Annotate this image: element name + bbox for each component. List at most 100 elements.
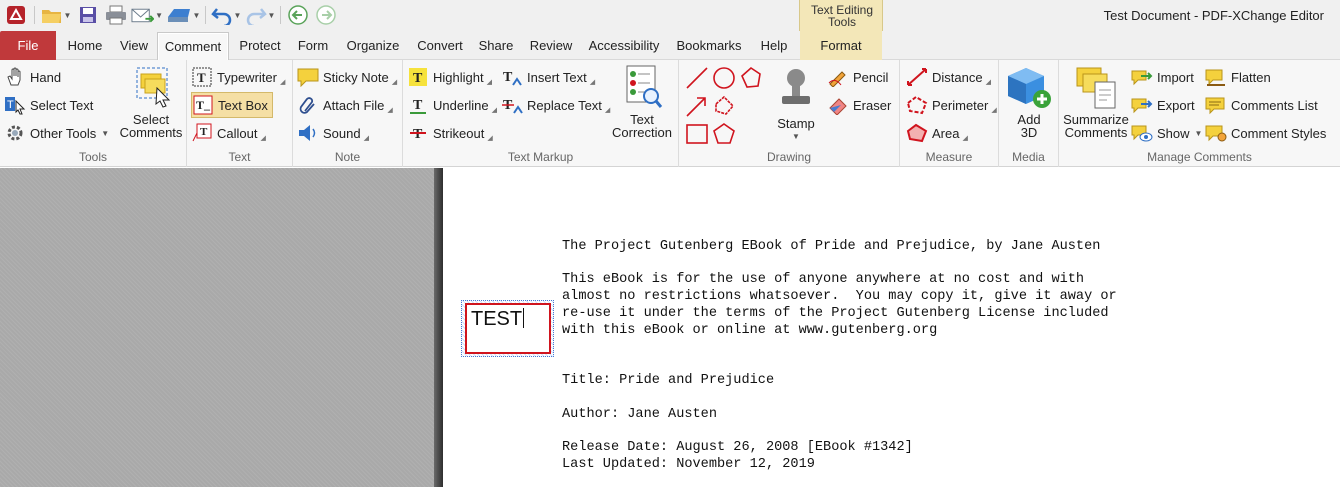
add-3d-button[interactable]: Add 3D: [1002, 64, 1056, 139]
group-note: Sticky Note ◢ Attach File ◢ Sound ◢ Note: [293, 60, 403, 167]
typewriter-icon: T: [191, 66, 213, 88]
group-label-text: Text: [228, 150, 251, 164]
line-tool-icon[interactable]: [685, 66, 709, 93]
hand-tool-button[interactable]: Hand: [4, 64, 61, 90]
group-label-manage-comments: Manage Comments: [1147, 150, 1252, 164]
rectangle-tool-icon[interactable]: [685, 122, 709, 149]
tab-form[interactable]: Form: [291, 31, 335, 60]
highlight-icon: T: [407, 66, 429, 88]
text-box-button[interactable]: T_ Text Box: [191, 92, 273, 118]
perimeter-button[interactable]: Perimeter ◢: [906, 92, 997, 118]
tab-review[interactable]: Review: [524, 31, 578, 60]
select-text-icon: T: [4, 94, 26, 116]
cloud-tool-icon[interactable]: [712, 94, 736, 121]
area-icon: [906, 122, 928, 144]
group-label-drawing: Drawing: [766, 150, 811, 164]
attach-file-button[interactable]: Attach File ◢: [297, 92, 393, 118]
tab-protect[interactable]: Protect: [233, 31, 287, 60]
stamp-button[interactable]: Stamp ▼: [767, 64, 825, 143]
group-label-media: Media: [1012, 150, 1045, 164]
distance-button[interactable]: Distance ◢: [906, 64, 991, 90]
group-text-markup: T Highlight ◢ T Underline ◢ T Strikeout ◢ T…: [403, 60, 679, 167]
typewriter-button[interactable]: T Typewriter ◢: [191, 64, 285, 90]
strikeout-button[interactable]: T Strikeout ◢: [407, 120, 493, 146]
svg-text:T: T: [413, 71, 423, 86]
doc-line: Author: Jane Austen: [562, 407, 717, 422]
group-drawing: Stamp ▼ Pencil Eraser Drawing: [679, 60, 900, 167]
doc-line: re-use it under the terms of the Project…: [562, 306, 1109, 321]
doc-line: almost no restrictions whatsoever. You m…: [562, 289, 1117, 304]
area-button[interactable]: Area ◢: [906, 120, 968, 146]
comment-styles-button[interactable]: Comment Styles: [1205, 120, 1326, 146]
underline-icon: T: [407, 94, 429, 116]
doc-line: Title: Pride and Prejudice: [562, 373, 775, 388]
tab-file[interactable]: File: [0, 31, 56, 60]
underline-button[interactable]: T Underline ◢: [407, 92, 497, 118]
tab-organize[interactable]: Organize: [340, 31, 406, 60]
print-icon[interactable]: [103, 3, 129, 27]
open-folder-icon[interactable]: ▼: [39, 3, 73, 27]
tab-format[interactable]: Format: [800, 31, 882, 60]
tab-view[interactable]: View: [113, 31, 155, 60]
ribbon-tabs: File Home View Comment Protect Form Orga…: [0, 31, 1340, 61]
doc-line: The Project Gutenberg EBook of Pride and…: [562, 239, 1101, 254]
tab-home[interactable]: Home: [60, 31, 110, 60]
tab-bookmarks[interactable]: Bookmarks: [670, 31, 748, 60]
redo-icon[interactable]: ▼: [244, 3, 276, 27]
back-icon[interactable]: [285, 3, 311, 27]
eraser-button[interactable]: Eraser: [827, 92, 891, 118]
svg-text:T: T: [197, 70, 206, 85]
text-correction-button[interactable]: Text Correction: [607, 64, 677, 139]
scan-icon[interactable]: ▼: [165, 3, 201, 27]
export-icon: [1131, 94, 1153, 116]
polygon-tool-icon[interactable]: [739, 66, 763, 93]
highlight-button[interactable]: T Highlight ◢: [407, 64, 492, 90]
group-label-tools: Tools: [78, 150, 107, 164]
text-correction-icon: [619, 64, 665, 110]
ellipse-tool-icon[interactable]: [712, 66, 736, 93]
sticky-note-button[interactable]: Sticky Note ◢: [297, 64, 397, 90]
flatten-button[interactable]: Flatten: [1205, 64, 1271, 90]
pentagon-tool-icon[interactable]: [712, 122, 736, 149]
summarize-comments-button[interactable]: Summarize Comments: [1061, 64, 1131, 139]
other-tools-button[interactable]: Other Tools ▼: [4, 120, 109, 146]
save-icon[interactable]: [75, 3, 101, 27]
arrow-tool-icon[interactable]: [685, 94, 709, 121]
text-box-content[interactable]: TEST: [471, 308, 522, 330]
flatten-icon: [1205, 66, 1227, 88]
export-button[interactable]: Export: [1131, 92, 1195, 118]
tab-convert[interactable]: Convert: [410, 31, 470, 60]
forward-icon[interactable]: [313, 3, 339, 27]
speaker-icon: [297, 122, 319, 144]
insert-text-button[interactable]: T Insert Text ◢: [501, 64, 595, 90]
import-icon: [1131, 66, 1153, 88]
select-comments-button[interactable]: Select Comments: [116, 64, 186, 139]
sound-button[interactable]: Sound ◢: [297, 120, 369, 146]
svg-text:T: T: [413, 98, 423, 113]
page-shadow: [434, 168, 443, 487]
tab-share[interactable]: Share: [474, 31, 518, 60]
text-box-annotation[interactable]: TEST: [465, 303, 551, 354]
comments-list-button[interactable]: Comments List: [1205, 92, 1318, 118]
separator: [205, 6, 206, 24]
email-icon[interactable]: ▼: [131, 3, 163, 27]
group-tools: Hand T Select Text Other Tools ▼ Select C…: [0, 60, 187, 167]
group-label-note: Note: [334, 150, 361, 164]
callout-button[interactable]: T Callout ◢: [191, 120, 266, 146]
replace-text-button[interactable]: T Replace Text◢: [501, 92, 610, 118]
hand-icon: [4, 66, 26, 88]
pencil-icon: [827, 66, 849, 88]
import-button[interactable]: Import: [1131, 64, 1194, 90]
undo-icon[interactable]: ▼: [210, 3, 242, 27]
app-logo-icon[interactable]: [2, 3, 30, 27]
tab-accessibility[interactable]: Accessibility: [583, 31, 665, 60]
select-text-button[interactable]: T Select Text: [4, 92, 93, 118]
tab-help[interactable]: Help: [753, 31, 795, 60]
doc-line: with this eBook or online at www.gutenbe…: [562, 323, 938, 338]
tab-comment[interactable]: Comment: [157, 32, 229, 61]
pencil-button[interactable]: Pencil: [827, 64, 888, 90]
strikeout-icon: T: [407, 122, 429, 144]
svg-text:T: T: [7, 99, 14, 111]
show-button[interactable]: Show ▼: [1131, 120, 1202, 146]
group-label-measure: Measure: [925, 150, 973, 164]
